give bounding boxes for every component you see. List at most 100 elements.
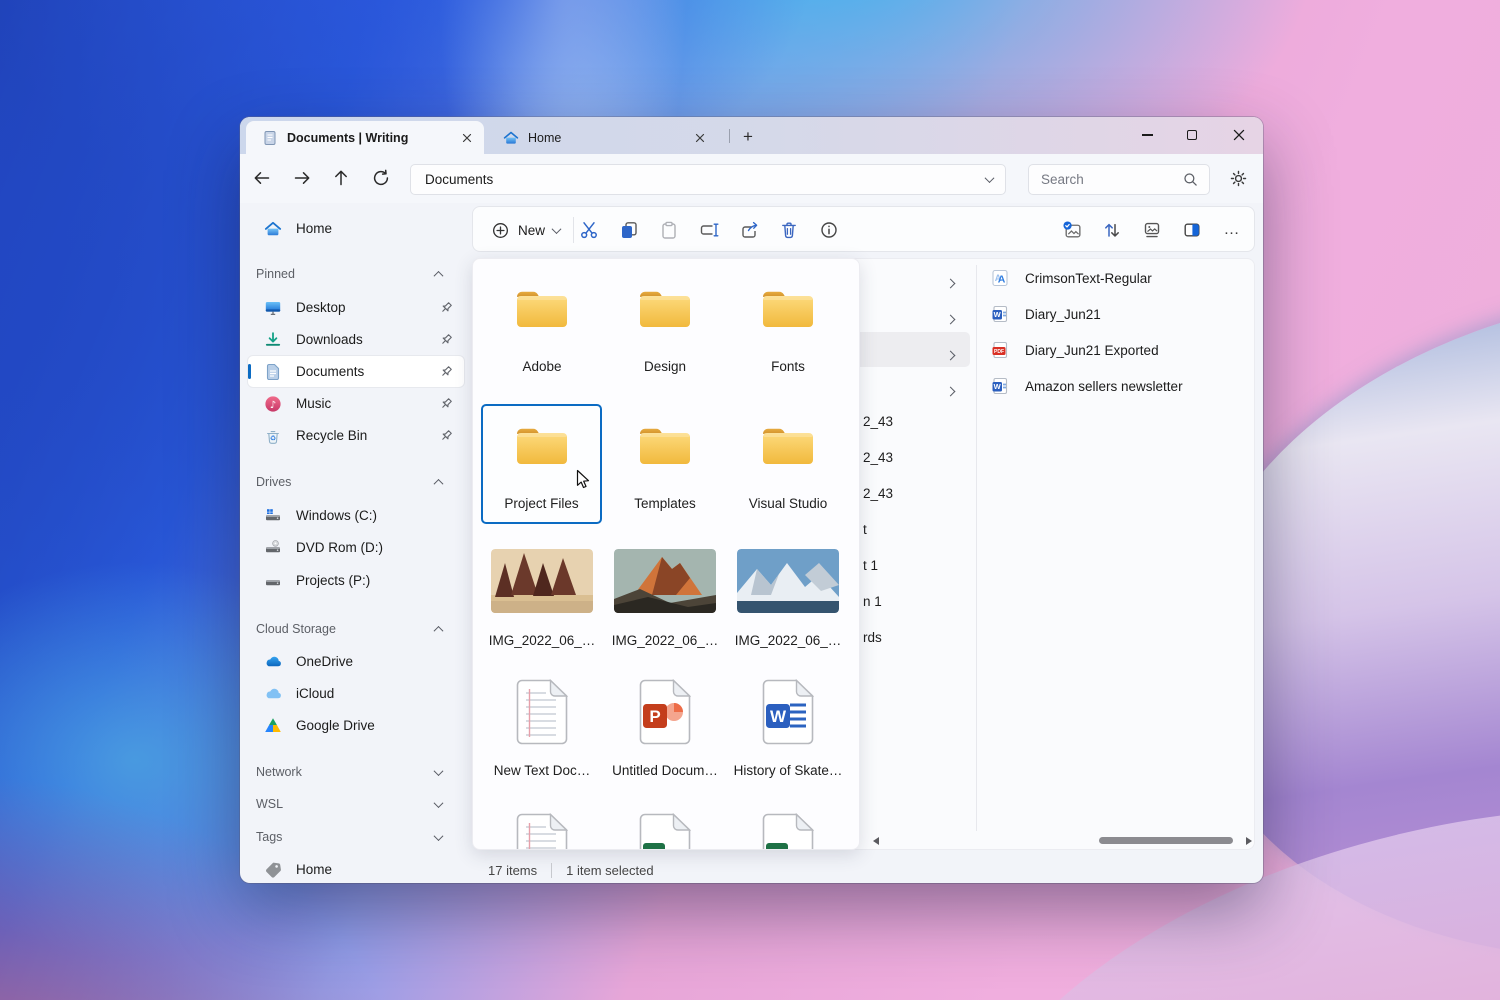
horizontal-scrollbar[interactable] (871, 835, 1254, 847)
sidebar-item-label: iCloud (296, 686, 464, 701)
truncated-file-name[interactable]: 2_43 (863, 450, 893, 465)
expand-chevron-icon[interactable] (947, 382, 957, 392)
section-header-drives[interactable]: Drives (256, 469, 456, 495)
truncated-file-name[interactable]: t (863, 522, 867, 537)
pin-icon[interactable] (439, 300, 454, 315)
truncated-file-name[interactable]: 2_43 (863, 486, 893, 501)
sidebar-item-downloads[interactable]: Downloads (248, 324, 464, 355)
section-header-tags[interactable]: Tags (256, 824, 456, 850)
image-item-1[interactable]: IMG_2022_06_… (484, 549, 600, 648)
folder-item-project-files-selected[interactable]: Project Files (481, 404, 602, 524)
pin-icon[interactable] (439, 364, 454, 379)
scroll-left-icon[interactable] (873, 837, 879, 845)
item-label: History of Skate… (734, 763, 843, 778)
details-pane-button[interactable] (1176, 214, 1208, 246)
doc-item-clipped-excel-1[interactable] (607, 813, 723, 850)
folder-item-fonts[interactable]: Fonts (730, 287, 846, 374)
folder-item-adobe[interactable]: Adobe (484, 287, 600, 374)
section-header-pinned[interactable]: Pinned (256, 261, 456, 287)
rename-button[interactable] (693, 214, 725, 246)
share-button[interactable] (733, 214, 765, 246)
expand-chevron-icon[interactable] (947, 274, 957, 284)
folder-item-visual-studio[interactable]: Visual Studio (730, 424, 846, 511)
tab-close-icon[interactable] (456, 127, 478, 149)
pin-icon[interactable] (439, 396, 454, 411)
section-header-network[interactable]: Network (256, 759, 456, 785)
doc-item-word[interactable]: History of Skate… (730, 679, 846, 778)
doc-item-clipped-excel-2[interactable] (730, 813, 846, 850)
select-mode-button[interactable] (1056, 214, 1088, 246)
tab-documents-writing[interactable]: Documents | Writing (246, 121, 484, 154)
file-row-crimsontext[interactable]: CrimsonText-Regular (983, 261, 1249, 295)
file-name: Diary_Jun21 (1025, 307, 1101, 322)
doc-item-text[interactable]: New Text Doc… (484, 679, 600, 778)
expand-chevron-icon[interactable] (947, 346, 957, 356)
section-title: Tags (256, 830, 435, 844)
pin-icon[interactable] (439, 332, 454, 347)
new-tab-button[interactable]: + (735, 125, 761, 149)
delete-button[interactable] (773, 214, 805, 246)
copy-button[interactable] (613, 214, 645, 246)
sort-button[interactable] (1096, 214, 1128, 246)
sidebar-item-recycle-bin[interactable]: Recycle Bin (248, 420, 464, 451)
address-dropdown-icon[interactable] (985, 173, 995, 183)
minimize-button[interactable] (1130, 121, 1164, 149)
properties-button[interactable] (813, 214, 845, 246)
new-button[interactable]: New (483, 214, 565, 246)
item-label: New Text Doc… (494, 763, 591, 778)
sidebar-item-google-drive[interactable]: Google Drive (248, 710, 464, 741)
tab-home[interactable]: Home (487, 121, 717, 154)
doc-item-clipped-text[interactable] (484, 813, 600, 850)
cut-button[interactable] (573, 214, 605, 246)
document-tab-icon (262, 130, 278, 146)
sidebar-item-tag-home[interactable]: Home (248, 854, 464, 883)
truncated-file-name[interactable]: n 1 (863, 594, 882, 609)
view-button[interactable] (1136, 214, 1168, 246)
file-name: CrimsonText-Regular (1025, 271, 1152, 286)
more-options-button[interactable]: … (1216, 214, 1248, 246)
expand-chevron-icon[interactable] (947, 310, 957, 320)
sidebar-item-home[interactable]: Home (248, 213, 464, 244)
sidebar-item-windows-c[interactable]: Windows (C:) (248, 500, 464, 531)
truncated-file-name[interactable]: rds (863, 630, 882, 645)
sidebar-item-label: Documents (296, 364, 439, 379)
sidebar-item-music[interactable]: Music (248, 388, 464, 419)
scroll-right-icon[interactable] (1246, 837, 1252, 845)
close-button[interactable] (1222, 121, 1256, 149)
section-header-wsl[interactable]: WSL (256, 791, 456, 817)
sidebar-item-projects-p[interactable]: Projects (P:) (248, 565, 464, 596)
photo-thumbnail (491, 549, 593, 613)
sidebar-item-documents[interactable]: Documents (248, 356, 464, 387)
up-button[interactable] (325, 162, 357, 194)
truncated-file-name[interactable]: 2_43 (863, 414, 893, 429)
section-header-cloud-storage[interactable]: Cloud Storage (256, 616, 456, 642)
tab-close-icon[interactable] (689, 127, 711, 149)
sidebar-item-label: Desktop (296, 300, 439, 315)
folder-item-templates[interactable]: Templates (607, 424, 723, 511)
pin-icon[interactable] (439, 428, 454, 443)
image-item-3[interactable]: IMG_2022_06_… (730, 549, 846, 648)
mouse-cursor (573, 469, 593, 491)
truncated-file-name[interactable]: t 1 (863, 558, 878, 573)
refresh-button[interactable] (365, 162, 397, 194)
forward-button[interactable] (286, 162, 318, 194)
paste-icon (659, 220, 679, 240)
settings-button[interactable] (1222, 162, 1254, 194)
address-bar[interactable]: Documents (410, 164, 1006, 195)
sidebar-item-icloud[interactable]: iCloud (248, 678, 464, 709)
file-row-diary-jun21[interactable]: Diary_Jun21 (983, 297, 1249, 331)
search-input[interactable] (1041, 172, 1182, 187)
scrollbar-thumb[interactable] (1099, 837, 1233, 844)
doc-item-powerpoint[interactable]: Untitled Docum… (607, 679, 723, 778)
folder-item-design[interactable]: Design (607, 287, 723, 374)
paste-button[interactable] (653, 214, 685, 246)
sidebar-item-desktop[interactable]: Desktop (248, 292, 464, 323)
search-box[interactable] (1028, 164, 1210, 195)
file-row-diary-exported[interactable]: Diary_Jun21 Exported (983, 333, 1249, 367)
file-row-amazon-newsletter[interactable]: Amazon sellers newsletter (983, 369, 1249, 403)
image-item-2[interactable]: IMG_2022_06_… (607, 549, 723, 648)
sidebar-item-onedrive[interactable]: OneDrive (248, 646, 464, 677)
maximize-button[interactable] (1175, 121, 1209, 149)
back-button[interactable] (246, 162, 278, 194)
sidebar-item-dvd-d[interactable]: DVD Rom (D:) (248, 532, 464, 563)
